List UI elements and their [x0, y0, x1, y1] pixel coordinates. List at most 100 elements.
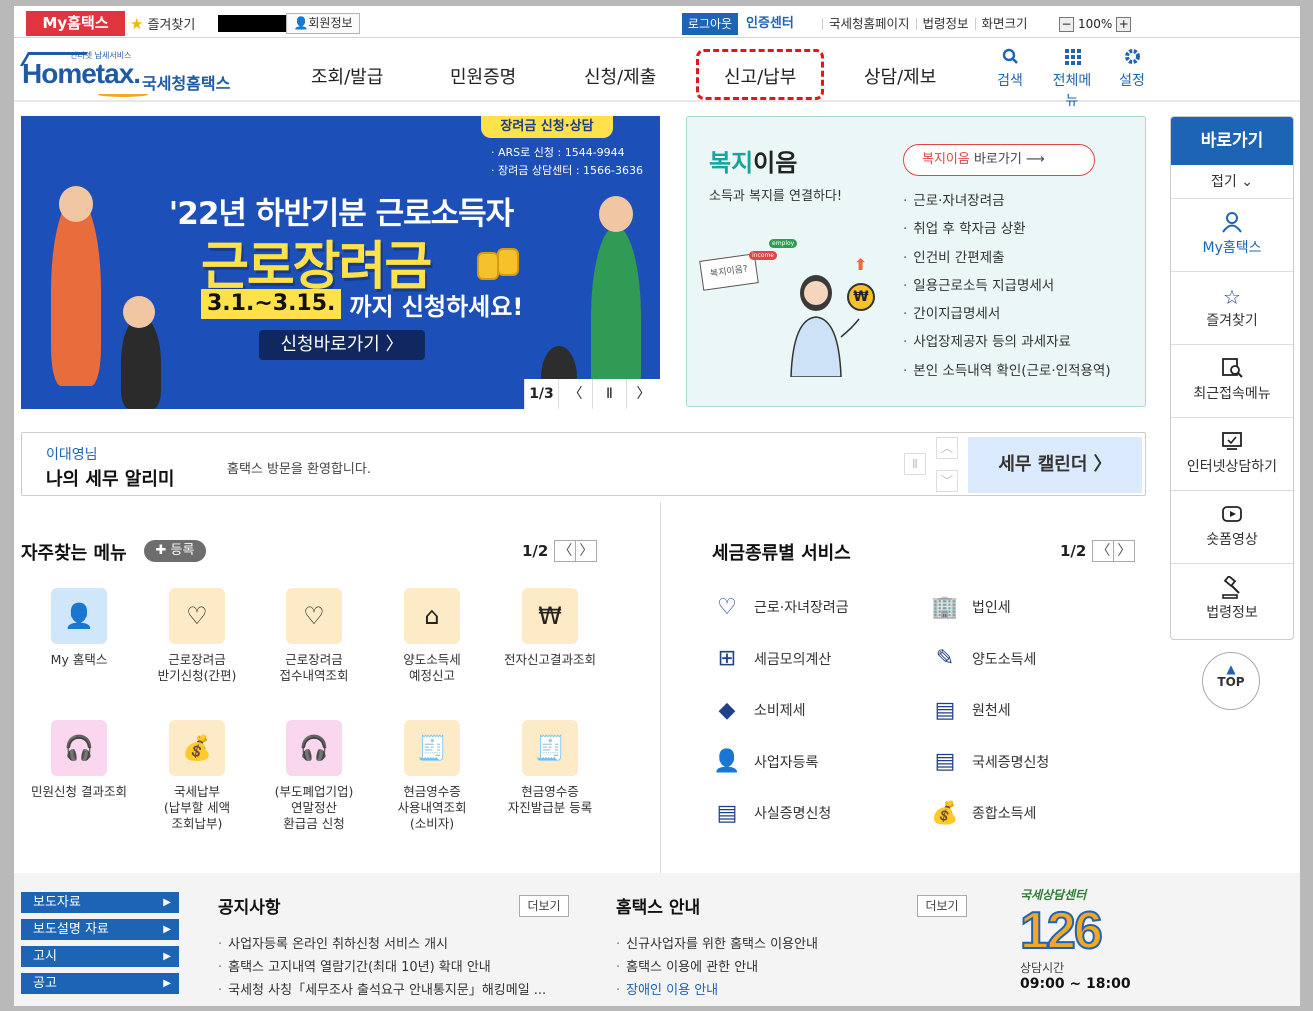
banner-pause-button[interactable]: Ⅱ: [592, 379, 626, 409]
quick-favorites[interactable]: ☆ 즐겨찾기: [1171, 272, 1293, 345]
nts-homepage-link[interactable]: 국세청홈페이지: [822, 17, 916, 30]
alert-up-button[interactable]: ︿: [936, 437, 958, 459]
tax-service-item[interactable]: ◆ 소비제세: [712, 695, 806, 725]
gear-icon: [1107, 48, 1157, 70]
frequent-prev-button[interactable]: 〈: [554, 540, 577, 562]
favorites-link[interactable]: ★ 즐겨찾기: [126, 12, 195, 36]
consult-center-126: 국세상담센터 126 상담시간 09:00 ~ 18:00: [1019, 886, 1140, 1001]
play-icon: [1171, 503, 1293, 529]
welfare-item[interactable]: 본인 소득내역 확인(근로·인적용역): [903, 357, 1110, 385]
tax-service-item[interactable]: ♡ 근로·자녀장려금: [712, 592, 849, 622]
press-release-button[interactable]: 보도자료 ▶: [21, 892, 179, 913]
quick-recent-menu[interactable]: 최근접속메뉴: [1171, 345, 1293, 418]
frequent-menu-item[interactable]: 💰 국세납부 (납부할 세액 조회납부): [147, 720, 247, 832]
banner-dates: 3.1.~3.15. 까지 신청하세요!: [201, 288, 523, 321]
member-info-button[interactable]: 👤회원정보: [286, 13, 360, 34]
frequent-add-button[interactable]: ✚ 등록: [144, 540, 206, 562]
center-hours-label: 상담시간: [1020, 961, 1065, 975]
settings-button[interactable]: 설정: [1107, 48, 1157, 90]
frequent-menu-item[interactable]: 🧾 현금영수증 사용내역조회 (소비자): [382, 720, 482, 832]
guide-more-button[interactable]: 더보기: [917, 895, 967, 917]
screen-size-link[interactable]: 화면크기: [974, 17, 1034, 30]
frequent-menu-item[interactable]: ♡ 근로장려금 반기신청(간편): [147, 588, 247, 684]
tax-service-next-button[interactable]: 〉: [1113, 540, 1136, 562]
frequent-menu-item[interactable]: 🎧 민원신청 결과조회: [29, 720, 129, 800]
frequent-menu-item[interactable]: 🎧 (부도폐업기업) 연말정산 환급금 신청: [264, 720, 364, 832]
tax-service-item[interactable]: 👤 사업자등록: [712, 747, 818, 777]
salary-doc-icon: ▤: [934, 697, 956, 723]
frequent-menu-item[interactable]: 👤 My 홈택스: [29, 588, 129, 668]
welfare-item[interactable]: 사업장제공자 등의 과세자료: [903, 328, 1111, 356]
center-hours: 09:00 ~ 18:00: [1020, 976, 1131, 992]
all-menu-button[interactable]: 전체메뉴: [1047, 48, 1097, 110]
welfare-item[interactable]: 일용근로소득 지급명세서: [903, 272, 1111, 300]
top-links: 국세청홈페이지 법령정보 화면크기: [822, 13, 1034, 35]
banner-apply-button[interactable]: 신청바로가기 〉: [259, 330, 425, 360]
cert-center-link[interactable]: 인증센터: [746, 13, 794, 35]
alert-pause-button[interactable]: Ⅱ: [904, 453, 926, 475]
banner-next-button[interactable]: 〉: [626, 379, 660, 409]
scroll-top-button[interactable]: ▲ TOP: [1202, 652, 1260, 710]
nav-menu-application[interactable]: 신청/제출: [584, 63, 656, 89]
zoom-out-button[interactable]: −: [1059, 16, 1074, 32]
quick-my-hometax[interactable]: My홈택스: [1171, 199, 1293, 272]
welfare-go-button[interactable]: 복지이음 바로가기 ⟶: [903, 144, 1095, 176]
quick-fold-button[interactable]: 접기 ⌄: [1171, 165, 1293, 199]
person-icon: [1171, 211, 1293, 237]
my-hometax-tab[interactable]: My홈택스: [26, 11, 125, 36]
welfare-item[interactable]: 간이지급명세서: [903, 300, 1111, 328]
tax-service-item[interactable]: ▤ 국세증명신청: [930, 747, 1050, 777]
quick-shortform-video[interactable]: 숏폼영상: [1171, 491, 1293, 564]
nav-menu-certificate[interactable]: 민원증명: [450, 63, 516, 89]
frequent-menu-item[interactable]: ⌂ 양도소득세 예정신고: [382, 588, 482, 684]
gavel-icon: [1171, 574, 1293, 602]
tax-calendar-button[interactable]: 세무 캘린더 〉: [968, 437, 1142, 493]
logout-button[interactable]: 로그아웃: [682, 13, 738, 35]
frequent-menu-item[interactable]: ♡ 근로장려금 접수내역조회: [264, 588, 364, 684]
welfare-item[interactable]: 인건비 간편제출: [903, 244, 1111, 272]
guide-item[interactable]: 홈택스 이용에 관한 안내: [616, 956, 818, 979]
banner-prev-button[interactable]: 〈: [558, 379, 592, 409]
guide-item[interactable]: 신규사업자를 위한 홈택스 이용안내: [616, 933, 818, 956]
frequent-menu-item[interactable]: ₩ 전자신고결과조회: [500, 588, 600, 668]
frequent-menu-title: 자주찾는 메뉴: [21, 543, 127, 564]
law-info-link[interactable]: 법령정보: [915, 17, 975, 30]
press-explanation-button[interactable]: 보도설명 자료 ▶: [21, 919, 179, 940]
favorites-label: 즐겨찾기: [147, 18, 196, 33]
tax-service-label: 종합소득세: [972, 806, 1037, 822]
welfare-illustration: [771, 257, 861, 378]
quick-online-consult[interactable]: 인터넷상담하기: [1171, 418, 1293, 491]
guide-item[interactable]: 장애인 이용 안내: [616, 979, 818, 1002]
tax-service-label: 법인세: [972, 600, 1011, 616]
tax-service-item[interactable]: 💰 종합소득세: [930, 798, 1036, 828]
promo-banner[interactable]: 장려금 신청·상담 · ARS로 신청 : 1544-9944 · 장려금 상담…: [21, 116, 660, 409]
tax-service-item[interactable]: ✎ 양도소득세: [930, 644, 1037, 674]
arrow-right-icon: ▶: [163, 978, 171, 989]
notice-item[interactable]: 홈택스 고지내역 열람기간(최대 10년) 확대 안내: [218, 956, 546, 979]
alert-down-button[interactable]: ﹀: [936, 470, 958, 492]
arrow-right-icon: ▶: [163, 924, 171, 935]
notice-more-button[interactable]: 더보기: [519, 895, 569, 917]
public-notice-button[interactable]: 공고 ▶: [21, 973, 179, 994]
hometax-logo[interactable]: 인터넷 납세서비스 Hometax. 국세청홈택스: [19, 46, 240, 98]
frequent-menu-item[interactable]: 🧾 현금영수증 자진발급분 등록: [500, 720, 600, 816]
frequent-next-button[interactable]: 〉: [575, 540, 598, 562]
zoom-in-button[interactable]: +: [1116, 16, 1132, 32]
search-button[interactable]: 검색: [985, 48, 1035, 90]
tax-service-item[interactable]: ▤ 사실증명신청: [712, 798, 832, 828]
tax-service-pager: 1/2 〈 〉: [1060, 540, 1136, 562]
tax-service-label: 원천세: [972, 703, 1011, 719]
tax-service-prev-button[interactable]: 〈: [1092, 540, 1115, 562]
tax-service-item[interactable]: 🏢 법인세: [930, 592, 1011, 622]
notice-item[interactable]: 사업자등록 온라인 취하신청 서비스 개시: [218, 933, 546, 956]
tax-service-item[interactable]: ⊞ 세금모의계산: [712, 644, 832, 674]
tax-service-item[interactable]: ▤ 원천세: [930, 695, 1011, 725]
welfare-item[interactable]: 취업 후 학자금 상환: [903, 215, 1111, 243]
nav-menu-consult[interactable]: 상담/제보: [864, 63, 936, 89]
quick-law-info[interactable]: 법령정보: [1171, 564, 1293, 637]
nav-menu-inquiry[interactable]: 조회/발급: [311, 63, 383, 89]
notice-item[interactable]: 국세청 사칭「세무조사 출석요구 안내통지문」해킹메일 ...: [218, 979, 546, 1002]
welfare-item[interactable]: 근로·자녀장려금: [903, 187, 1111, 215]
hometax-page: My홈택스 ★ 즐겨찾기 👤회원정보 로그아웃 인증센터 국세청홈페이지 법령정보…: [14, 6, 1300, 1006]
notice-gosi-button[interactable]: 고시 ▶: [21, 946, 179, 967]
